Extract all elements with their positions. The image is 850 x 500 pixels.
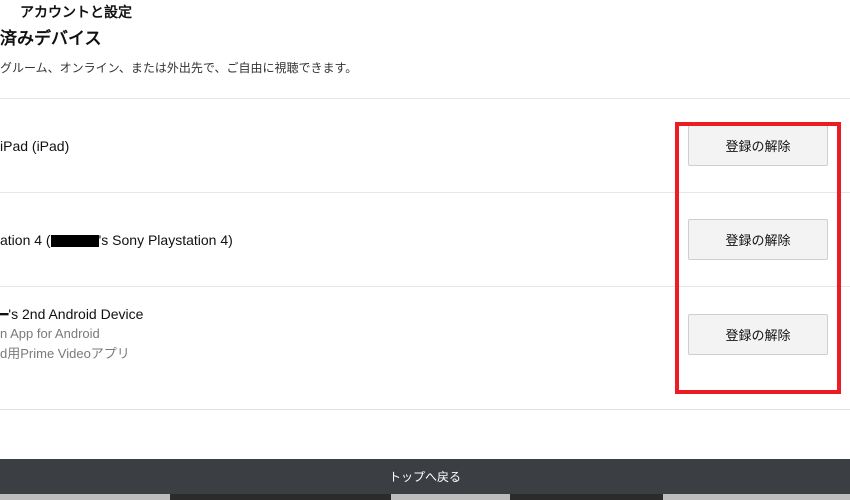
device-name-text: iPad (iPad) (0, 138, 69, 154)
device-name: iPad (iPad) (0, 138, 69, 154)
deregister-button[interactable]: 登録の解除 (688, 219, 828, 260)
device-info: ━'s 2nd Android Device n App for Android… (0, 306, 143, 362)
device-name: ation 4 ( 's Sony Playstation 4) (0, 232, 233, 248)
device-info: ation 4 ( 's Sony Playstation 4) (0, 232, 233, 248)
deregister-button[interactable]: 登録の解除 (688, 125, 828, 166)
account-settings-title: アカウントと設定 (0, 0, 850, 22)
device-subtext: d用Prime Videoアプリ (0, 345, 143, 363)
device-subtext: n App for Android (0, 325, 143, 343)
device-name-prefix: ation 4 ( (0, 232, 51, 248)
device-row: ━'s 2nd Android Device n App for Android… (0, 287, 850, 381)
device-info: iPad (iPad) (0, 138, 69, 154)
deregister-button[interactable]: 登録の解除 (688, 314, 828, 355)
back-to-top-button[interactable]: トップへ戻る (0, 459, 850, 494)
registered-devices-subtitle: 済みデバイス (0, 22, 850, 55)
device-name-suffix: 's Sony Playstation 4) (99, 232, 233, 248)
divider (0, 409, 850, 410)
redacted-text (51, 235, 99, 247)
device-name: ━'s 2nd Android Device (0, 306, 143, 323)
device-row: iPad (iPad) 登録の解除 (0, 99, 850, 193)
page-header: アカウントと設定 済みデバイス グルーム、オンライン、または外出先で、ご自由に視… (0, 0, 850, 98)
device-row: ation 4 ( 's Sony Playstation 4) 登録の解除 (0, 193, 850, 287)
page-description: グルーム、オンライン、または外出先で、ご自由に視聴できます。 (0, 55, 850, 88)
device-list: iPad (iPad) 登録の解除 ation 4 ( 's Sony Plays… (0, 99, 850, 381)
decorative-strip (0, 494, 850, 500)
